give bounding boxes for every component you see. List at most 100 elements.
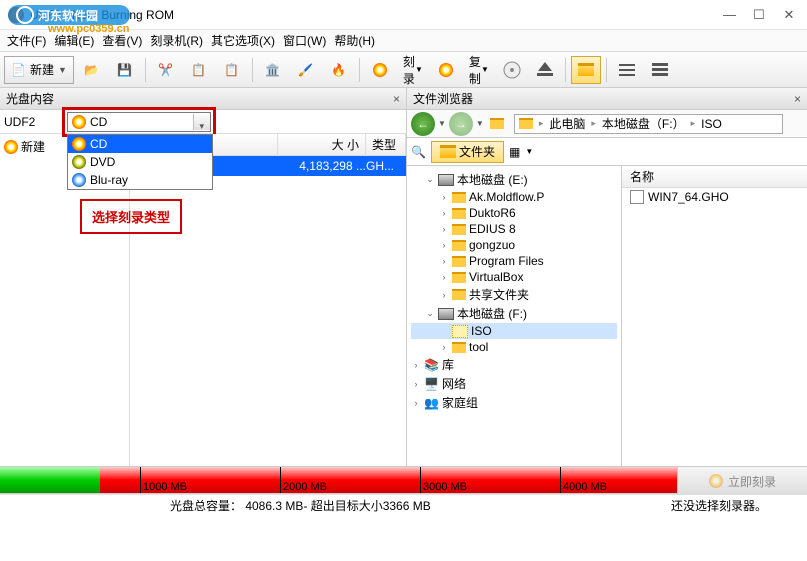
disc-icon xyxy=(4,140,18,154)
hdd-icon xyxy=(438,174,454,186)
bluray-icon xyxy=(72,173,86,187)
burn-disc-icon-button[interactable] xyxy=(365,56,395,84)
view-icons-button[interactable]: ▦ xyxy=(509,145,520,159)
watermark-overlay: 河东软件园 www.pc0359.cn xyxy=(0,0,138,40)
network-icon: 🖥️ xyxy=(424,377,439,391)
nav-forward-button[interactable]: → xyxy=(449,112,473,136)
copy-pages-icon: 📋 xyxy=(191,63,206,77)
capacity-used-ok xyxy=(0,467,100,493)
disc-type-option-bluray[interactable]: Blu-ray xyxy=(68,171,212,189)
breadcrumb-folder[interactable]: ISO xyxy=(697,117,726,131)
cut-button[interactable]: ✂️ xyxy=(151,56,181,84)
file-browser-toggle[interactable] xyxy=(571,56,601,84)
disc-plain-icon xyxy=(501,59,523,81)
forward-history-dropdown[interactable]: ▼ xyxy=(476,119,484,128)
folder-icon xyxy=(452,240,466,251)
tree-item-iso[interactable]: ISO xyxy=(411,323,617,339)
files-column-name[interactable]: 名称 xyxy=(622,166,807,188)
file-row[interactable]: WIN7_64.GHO xyxy=(622,188,807,206)
save-button[interactable]: 💾 xyxy=(110,56,140,84)
cd-icon xyxy=(72,115,86,129)
menu-window[interactable]: 窗口(W) xyxy=(279,30,330,51)
expand-icon[interactable]: › xyxy=(439,192,449,202)
save-icon: 💾 xyxy=(117,63,132,77)
browser-nav-bar: ← ▼ → ▼ ▸ 此电脑 ▸ 本地磁盘（F:） ▸ ISO xyxy=(407,110,807,138)
list-lines-icon xyxy=(616,59,638,81)
paste-button[interactable]: 📋 xyxy=(217,56,247,84)
tool-express-button[interactable]: 🔥 xyxy=(324,56,354,84)
dvd-icon xyxy=(72,155,86,169)
folder-icon xyxy=(452,224,466,235)
breadcrumb-disk[interactable]: 本地磁盘（F:） xyxy=(598,115,689,132)
collapse-icon[interactable]: ⌄ xyxy=(425,174,435,185)
nav-up-button[interactable] xyxy=(487,114,507,134)
disc-info-button[interactable] xyxy=(497,56,527,84)
view-dropdown[interactable]: ▼ xyxy=(525,147,533,156)
folder-tree[interactable]: ⌄本地磁盘 (E:) ›Ak.Moldflow.P ›DuktoR6 ›EDIU… xyxy=(407,166,622,466)
status-recorder-text: 还没选择刻录器。 xyxy=(671,497,767,514)
open-button[interactable]: 📂 xyxy=(77,56,107,84)
folder-icon xyxy=(452,342,466,353)
menu-help[interactable]: 帮助(H) xyxy=(330,30,379,51)
right-pane-title: 文件浏览器 xyxy=(413,90,473,107)
clipboard-icon: 📋 xyxy=(224,63,239,77)
left-pane-close[interactable]: × xyxy=(393,92,400,106)
disc-type-option-cd[interactable]: CD xyxy=(68,135,212,153)
copy-disc-icon-button[interactable] xyxy=(431,56,461,84)
disc-type-option-dvd[interactable]: DVD xyxy=(68,153,212,171)
disc-type-dropdown: CD DVD Blu-ray xyxy=(67,134,213,190)
tool-label-button[interactable]: 🖌️ xyxy=(291,56,321,84)
file-icon xyxy=(630,190,644,204)
disc-content-pane: 光盘内容 × UDF2 CD ▾ CD DVD xyxy=(0,88,407,466)
main-toolbar: 📄 新建 ▼ 📂 💾 ✂️ 📋 📋 🏛️ 🖌️ 🔥 刻录 ▼ 复制 ▼ xyxy=(0,52,807,88)
copy-disc-button[interactable]: 复制 ▼ xyxy=(464,56,494,84)
erase-button[interactable] xyxy=(530,56,560,84)
menu-recorder[interactable]: 刻录机(R) xyxy=(146,30,207,51)
annotation-callout: 选择刻录类型 xyxy=(80,199,182,234)
view-mode-1[interactable] xyxy=(612,56,642,84)
breadcrumb-sep-icon: ▸ xyxy=(691,118,696,129)
column-size[interactable]: 大 小 xyxy=(278,134,366,155)
column-type[interactable]: 类型 xyxy=(366,134,406,155)
left-pane-title: 光盘内容 xyxy=(6,90,54,107)
folder-icon xyxy=(452,192,466,203)
folders-toggle-button[interactable]: 文件夹 xyxy=(431,141,504,163)
menu-extras[interactable]: 其它选项(X) xyxy=(207,30,279,51)
homegroup-icon: 👥 xyxy=(424,396,439,410)
breadcrumb-thispc[interactable]: 此电脑 xyxy=(545,115,589,132)
disc-copy-icon xyxy=(439,63,453,77)
view-mode-2[interactable] xyxy=(645,56,675,84)
flame-icon: 🔥 xyxy=(331,63,346,77)
folder-icon xyxy=(452,256,466,267)
cd-icon xyxy=(72,137,86,151)
folder-icon xyxy=(519,118,533,129)
tool-calculator-button[interactable]: 🏛️ xyxy=(258,56,288,84)
address-bar[interactable]: ▸ 此电脑 ▸ 本地磁盘（F:） ▸ ISO xyxy=(514,114,783,134)
compilation-label: UDF2 xyxy=(4,115,58,129)
disc-type-combobox[interactable]: CD xyxy=(67,112,211,132)
disc-icon xyxy=(373,63,387,77)
status-capacity-text: 光盘总容量： 4086.3 MB- 超出目标大小3366 MB xyxy=(170,497,431,514)
folder-icon xyxy=(440,145,456,158)
right-pane-close[interactable]: × xyxy=(794,92,801,106)
folder-icon xyxy=(452,208,466,219)
copy-button[interactable]: 📋 xyxy=(184,56,214,84)
back-history-dropdown[interactable]: ▼ xyxy=(438,119,446,128)
statusbar: 光盘总容量： 4086.3 MB- 超出目标大小3366 MB 还没选择刻录器。 xyxy=(0,494,807,516)
burn-button[interactable]: 刻录 ▼ xyxy=(398,56,428,84)
close-button[interactable]: ✕ xyxy=(783,7,795,23)
eject-icon xyxy=(534,59,556,81)
disc-icon xyxy=(709,474,723,488)
search-icon[interactable]: 🔍 xyxy=(411,145,426,159)
folder-icon xyxy=(452,289,466,300)
maximize-button[interactable]: ☐ xyxy=(753,7,765,23)
nav-back-button[interactable]: ← xyxy=(411,112,435,136)
folder-icon xyxy=(452,272,466,283)
folder-up-icon xyxy=(490,118,504,129)
new-button[interactable]: 📄 新建 ▼ xyxy=(4,56,74,84)
minimize-button[interactable]: — xyxy=(723,7,735,23)
brush-icon: 🖌️ xyxy=(298,63,313,77)
hdd-icon xyxy=(438,308,454,320)
file-list-view[interactable]: 名称 WIN7_64.GHO xyxy=(622,166,807,466)
burn-now-button[interactable]: 立即刻录 xyxy=(677,467,807,495)
